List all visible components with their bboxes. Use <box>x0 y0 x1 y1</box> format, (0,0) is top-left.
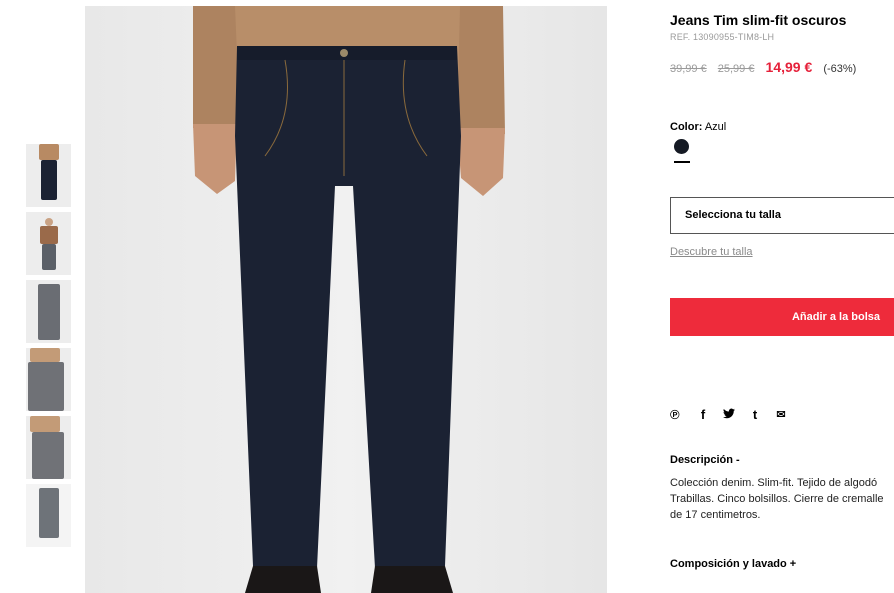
thumbnail-2[interactable] <box>26 212 71 275</box>
description-text: Colección denim. Slim-fit. Tejido de alg… <box>670 475 894 523</box>
price-original: 39,99 € <box>670 63 707 75</box>
color-swatch-azul[interactable] <box>674 139 689 154</box>
jeans-model-illustration <box>85 6 607 593</box>
size-guide-link[interactable]: Descubre tu talla <box>670 246 753 258</box>
product-title: Jeans Tim slim-fit oscuros <box>670 12 847 28</box>
description-line-2: Trabillas. Cinco bolsillos. Cierre de cr… <box>670 493 884 505</box>
product-ref: REF. 13090955-TIM8-LH <box>670 32 775 42</box>
product-main-image[interactable] <box>85 6 607 593</box>
price-row: 39,99 € 25,99 € 14,99 € (-63%) <box>670 59 856 75</box>
discount-badge: (-63%) <box>823 63 857 75</box>
description-heading[interactable]: Descripción - <box>670 454 740 466</box>
color-row: Color: Azul <box>670 121 726 133</box>
thumbnail-5[interactable] <box>26 416 71 479</box>
thumbnail-1[interactable] <box>26 144 71 207</box>
color-value: Azul <box>704 121 727 133</box>
thumbnail-4[interactable] <box>26 348 71 411</box>
pinterest-icon[interactable]: ℗ <box>670 407 690 422</box>
price-current: 14,99 € <box>765 59 813 75</box>
add-to-bag-button[interactable]: Añadir a la bolsa <box>670 298 894 336</box>
tumblr-icon[interactable]: t <box>742 407 768 422</box>
thumbnail-3[interactable] <box>26 280 71 343</box>
twitter-icon[interactable] <box>716 407 742 422</box>
facebook-icon[interactable]: f <box>690 407 716 422</box>
product-info-panel: Jeans Tim slim-fit oscuros REF. 13090955… <box>670 0 894 593</box>
share-icons: ℗ f t ✉ <box>670 407 794 422</box>
composition-heading[interactable]: Composición y lavado + <box>670 558 796 570</box>
description-line-3: de 17 centimetros. <box>670 509 761 521</box>
price-previous: 25,99 € <box>717 63 755 75</box>
thumbnail-6[interactable] <box>26 484 71 547</box>
description-line-1: Colección denim. Slim-fit. Tejido de alg… <box>670 477 878 489</box>
email-icon[interactable]: ✉ <box>768 408 794 421</box>
swatch-selected-indicator <box>674 161 690 163</box>
size-select[interactable]: Selecciona tu talla <box>670 197 894 234</box>
thumbnail-list <box>26 144 71 552</box>
color-label: Color: <box>670 121 703 133</box>
